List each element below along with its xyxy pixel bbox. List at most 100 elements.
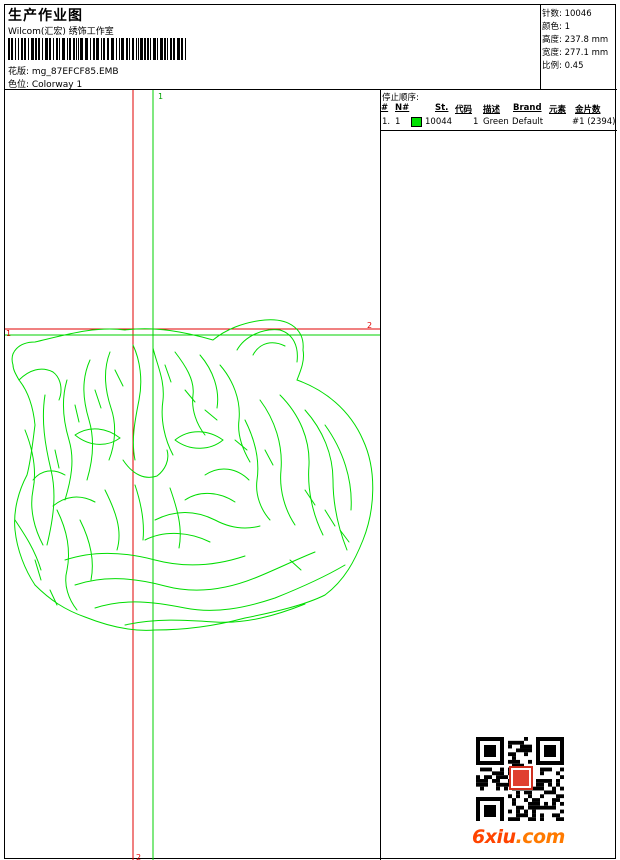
qr-module — [556, 813, 560, 818]
qr-module — [548, 790, 552, 795]
qr-module — [480, 782, 484, 787]
qr-module — [524, 813, 528, 818]
barcode-bar — [21, 38, 23, 60]
barcode-bar — [93, 38, 95, 60]
qr-module — [536, 805, 540, 810]
qr-module — [532, 798, 536, 802]
spec-stitches: 针数: 10046 — [542, 9, 592, 19]
tiger-embroidery — [11, 319, 374, 631]
qr-module — [552, 805, 556, 810]
qr-module — [552, 813, 556, 818]
col-stitches: St. — [435, 103, 449, 113]
barcode-bar — [185, 38, 186, 60]
col-code: 代码 — [455, 105, 473, 115]
qr-module — [544, 801, 548, 806]
production-sheet: 生产作业图 Wilcom(汇宏) 绣饰工作室 花版: mg_87EFCF85.E… — [4, 4, 617, 860]
qr-finder — [484, 745, 496, 757]
qr-finder — [544, 745, 556, 757]
qr-module — [528, 805, 532, 810]
qr-module — [516, 759, 520, 764]
barcode-bar — [153, 38, 156, 60]
barcode-bar — [42, 38, 43, 60]
row-element: #1 (2394) — [572, 117, 616, 127]
qr-module — [556, 817, 560, 821]
spec-width: 宽度: 277.1 mm — [542, 48, 609, 58]
barcode-bar — [80, 38, 83, 60]
barcode-bar — [8, 38, 10, 60]
qr-module — [520, 740, 524, 745]
sheet-title: 生产作业图 — [8, 8, 83, 24]
qr-module — [492, 771, 496, 776]
watermark-logo[interactable]: 6xiu.com — [472, 826, 565, 848]
qr-module — [508, 752, 512, 757]
color-swatch — [411, 117, 422, 127]
barcode-bar — [76, 38, 77, 60]
qr-module — [508, 794, 512, 799]
qr-module — [520, 813, 524, 818]
barcode-bar — [126, 38, 128, 60]
barcode-bar — [18, 38, 19, 60]
guide-label-bottom: 2 — [136, 853, 141, 860]
qr-module — [516, 813, 520, 818]
barcode-bar — [101, 38, 102, 60]
qr-module — [496, 782, 500, 787]
barcode-bar — [119, 38, 120, 60]
qr-module — [480, 786, 484, 791]
watermark-logo-main: 6xiu — [472, 826, 516, 848]
barcode-bar — [85, 38, 88, 60]
qr-module — [484, 775, 488, 780]
row-brand: Default — [512, 117, 544, 127]
qr-module — [540, 817, 544, 821]
guide-label-top: 1 — [158, 92, 163, 101]
barcode-bar — [147, 38, 149, 60]
qr-module — [512, 740, 516, 745]
qr-module — [556, 782, 560, 787]
qr-module — [492, 779, 496, 783]
barcode-bar — [28, 38, 29, 60]
qr-module — [516, 794, 520, 799]
barcode-bar — [121, 38, 124, 60]
qr-seal-fill — [513, 770, 529, 786]
qr-module — [512, 759, 516, 764]
barcode-bar — [69, 38, 71, 60]
qr-module — [556, 779, 560, 783]
col-sequins: 金片数 — [575, 105, 601, 115]
qr-module — [484, 767, 488, 772]
qr-module — [512, 817, 516, 821]
qr-module — [504, 775, 508, 780]
barcode-bar — [67, 38, 68, 60]
qr-module — [548, 779, 552, 783]
qr-module — [528, 794, 532, 799]
qr-module — [540, 767, 544, 772]
qr-module — [524, 790, 528, 795]
qr-module — [524, 748, 528, 753]
qr-module — [488, 767, 492, 772]
row-stitches: 10044 — [425, 117, 453, 127]
barcode-bar — [56, 38, 58, 60]
qr-module — [532, 801, 536, 806]
col-needle: N# — [395, 103, 410, 113]
qr-module — [536, 782, 540, 787]
col-element: 元素 — [549, 105, 567, 115]
barcode-bar — [35, 38, 37, 60]
qr-module — [516, 817, 520, 821]
qr-module — [536, 779, 540, 783]
qr-module — [544, 790, 548, 795]
barcode-bar — [15, 38, 16, 60]
company-name: Wilcom(汇宏) 绣饰工作室 — [8, 27, 114, 37]
qr-module — [540, 771, 544, 776]
barcode-bar — [136, 38, 137, 60]
qr-module — [524, 737, 528, 741]
barcode-bar — [103, 38, 105, 60]
barcode-bar — [96, 38, 99, 60]
qr-module — [556, 794, 560, 799]
barcode-bar — [90, 38, 91, 60]
barcode-bar — [144, 38, 146, 60]
table-divider — [381, 130, 617, 131]
header-left: 生产作业图 Wilcom(汇宏) 绣饰工作室 花版: mg_87EFCF85.E… — [5, 5, 541, 90]
row-code: 1 — [473, 117, 479, 127]
qr-module — [528, 759, 532, 764]
spec-panel: 针数: 10046 颜色: 1 高度: 237.8 mm 宽度: 277.1 m… — [540, 5, 617, 89]
barcode-bar — [73, 38, 75, 60]
qr-module — [544, 779, 548, 783]
